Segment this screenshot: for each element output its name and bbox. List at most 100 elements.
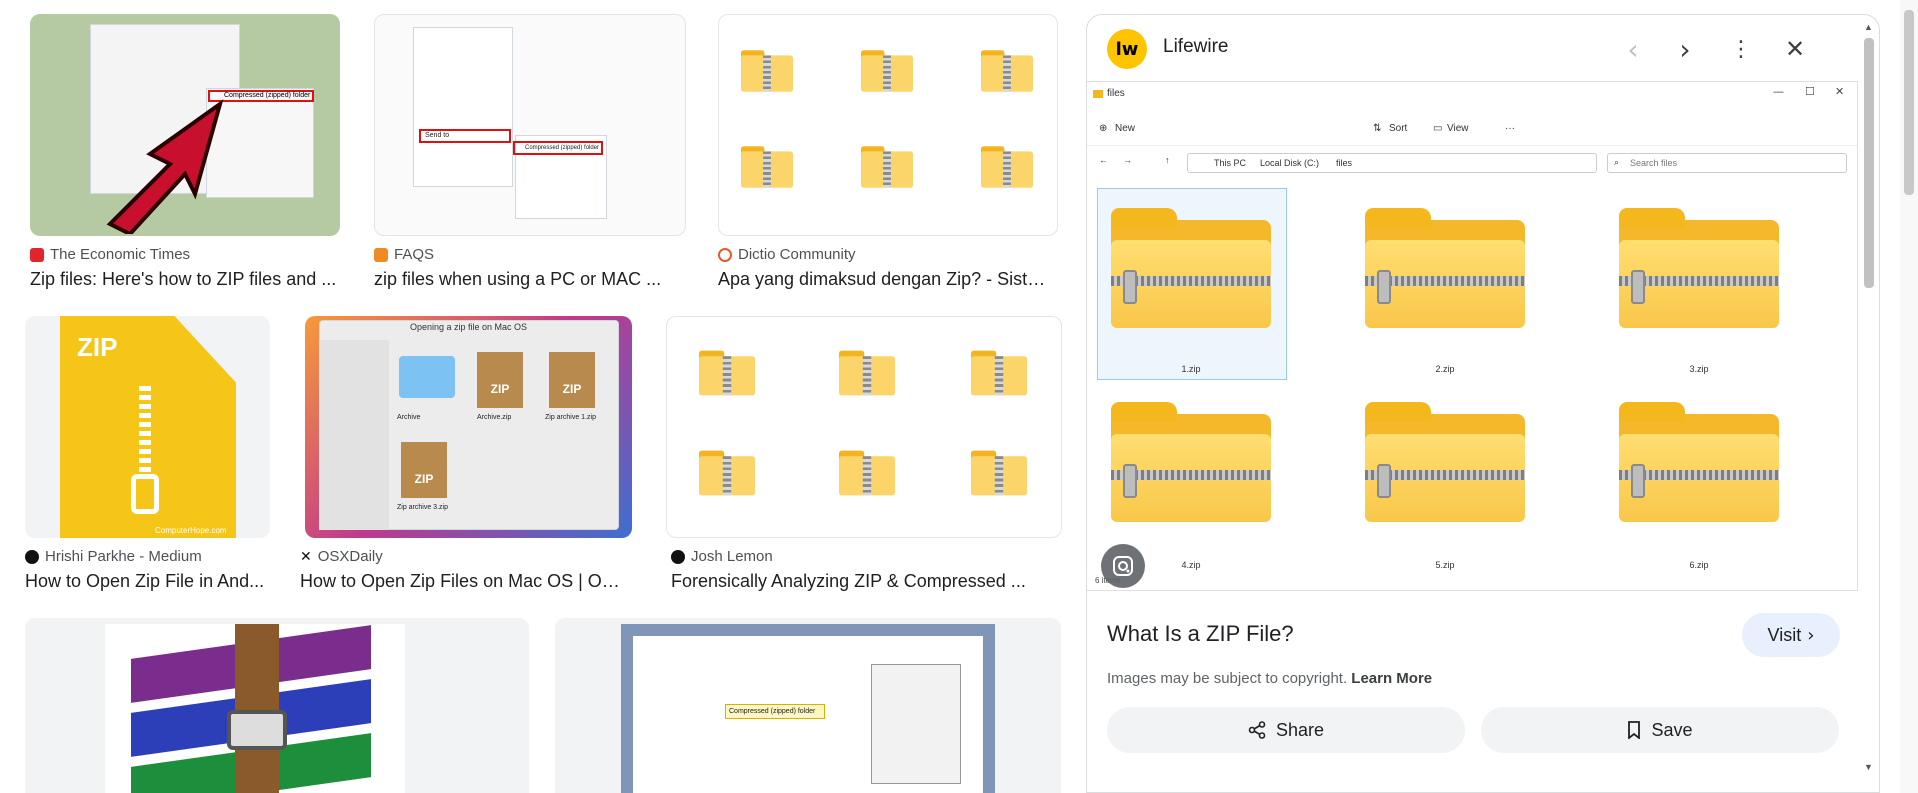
result-source[interactable]: The Economic Times: [30, 246, 190, 263]
bookmark-icon: [1628, 721, 1641, 739]
search-icon: ⌕: [1614, 157, 1620, 167]
source-name: Josh Lemon: [691, 548, 773, 565]
send-to-highlight: Send to: [419, 129, 511, 143]
window-title-text: files: [1107, 88, 1125, 99]
search-placeholder: Search files: [1630, 158, 1678, 168]
zip-badge: ZIP: [77, 332, 118, 362]
learn-more-link[interactable]: Learn More: [1351, 670, 1432, 687]
more-options-icon[interactable]: ⋮: [1723, 31, 1759, 67]
view-button: View: [1447, 123, 1469, 134]
winrar-books-icon: [105, 624, 405, 793]
share-icon: [1248, 721, 1266, 739]
favicon-icon: [718, 247, 732, 262]
file-name: 6.zip: [1689, 560, 1709, 570]
file-label: Archive: [397, 414, 421, 421]
folder-icon: [1093, 89, 1103, 98]
new-icon: ⊕: [1099, 123, 1108, 134]
copyright-notice: Images may be subject to copyright. Lear…: [1107, 670, 1432, 687]
lens-icon: [1113, 556, 1133, 576]
page: Compressed (zipped) folder The Economic …: [0, 0, 1918, 793]
zip-folder-icon: [1111, 208, 1271, 328]
result-source[interactable]: FAQS: [374, 246, 434, 263]
next-icon[interactable]: ›: [1667, 31, 1703, 67]
window-title: Opening a zip file on Mac OS: [409, 322, 528, 332]
close-icon[interactable]: ✕: [1777, 31, 1813, 67]
preview-image[interactable]: files — ☐ ✕ ⊕ New ⇅ Sort ▭ View ··· ← → …: [1087, 81, 1858, 591]
share-button[interactable]: Share: [1107, 707, 1465, 753]
previous-icon[interactable]: ‹: [1615, 31, 1651, 67]
page-scrollbar-thumb[interactable]: [1904, 10, 1914, 195]
panel-scrollbar[interactable]: [1864, 38, 1874, 288]
file-name: 3.zip: [1689, 364, 1709, 374]
result-source[interactable]: ✕ OSXDaily: [300, 548, 383, 565]
result-title[interactable]: How to Open Zip Files on Mac OS | OSX...: [300, 571, 630, 592]
share-label: Share: [1275, 719, 1325, 740]
maximize-icon: ☐: [1805, 85, 1815, 98]
zip-archive-icon: ZIP: [401, 442, 447, 498]
save-button[interactable]: Save: [1481, 707, 1839, 753]
more-icon: ···: [1505, 123, 1515, 134]
zip-archive-icon: ZIP: [549, 352, 595, 408]
zip-archive-icon: ZIP: [477, 352, 523, 408]
google-lens-button[interactable]: [1101, 544, 1145, 588]
search-files-box: ⌕ Search files: [1607, 153, 1847, 173]
minimize-icon: —: [1773, 85, 1784, 98]
visit-button[interactable]: Visit ›: [1742, 613, 1840, 657]
window-title: files: [1093, 88, 1125, 99]
up-icon: ↑: [1165, 155, 1170, 165]
result-thumbnail[interactable]: [25, 618, 529, 793]
result-thumbnail[interactable]: ZIP ComputerHope.com: [25, 316, 270, 538]
result-thumbnail[interactable]: Opening a zip file on Mac OS ZIP ZIP ZIP…: [305, 316, 632, 538]
breadcrumb-item: This PC: [1214, 158, 1247, 168]
x-logo-icon: ✕: [300, 548, 312, 565]
zip-folder-icon: [1111, 402, 1271, 522]
compressed-folder-label: Compressed (zipped) folder: [725, 704, 825, 719]
back-icon: ←: [1099, 155, 1108, 165]
sort-button: Sort: [1389, 123, 1408, 134]
result-thumbnail[interactable]: Compressed (zipped) folder: [30, 14, 340, 236]
window-close-icon: ✕: [1835, 85, 1845, 98]
file-name: 5.zip: [1435, 560, 1455, 570]
zipper-icon: [139, 386, 151, 476]
scroll-down-icon[interactable]: ▼: [1864, 762, 1873, 772]
favicon-icon: [25, 549, 39, 564]
result-thumbnail[interactable]: [666, 316, 1062, 538]
red-arrow-icon: [106, 99, 224, 234]
zip-folder-icon: [1619, 402, 1779, 522]
watermark: ComputerHope.com: [155, 526, 227, 535]
favicon-icon: [671, 549, 685, 564]
result-title[interactable]: Zip files: Here's how to ZIP files and .…: [30, 269, 340, 290]
source-name: Hrishi Parkhe - Medium: [45, 548, 202, 565]
result-source[interactable]: Hrishi Parkhe - Medium: [25, 548, 202, 565]
result-thumbnail[interactable]: Compressed (zipped) folder: [555, 618, 1061, 793]
image-title[interactable]: What Is a ZIP File?: [1107, 621, 1294, 647]
view-icon: ▭: [1433, 123, 1443, 134]
source-name: FAQS: [394, 246, 435, 263]
result-title[interactable]: zip files when using a PC or MAC ...: [374, 269, 686, 290]
favicon-icon: [30, 247, 44, 262]
source-name: The Economic Times: [50, 246, 191, 263]
file-label: Zip archive 1.zip: [545, 414, 596, 421]
explorer-address-bar: ← → ↑ This PC Local Disk (C:) files ⌕ Se…: [1087, 148, 1857, 178]
save-label: Save: [1651, 719, 1693, 740]
sort-icon: ⇅: [1373, 123, 1382, 134]
result-thumbnail[interactable]: Send to Compressed (zipped) folder: [374, 14, 686, 236]
result-title[interactable]: Forensically Analyzing ZIP & Compressed …: [671, 571, 1061, 592]
zip-folder-icon: [1365, 208, 1525, 328]
breadcrumb-item: files: [1336, 158, 1353, 168]
file-name: 1.zip: [1181, 364, 1201, 374]
forward-icon: →: [1123, 155, 1132, 165]
site-logo[interactable]: lw: [1107, 29, 1147, 69]
site-name[interactable]: Lifewire: [1163, 36, 1228, 58]
compressed-highlight: Compressed (zipped) folder: [513, 141, 603, 155]
page-scrollbar[interactable]: [1900, 0, 1918, 793]
result-title[interactable]: How to Open Zip File in And...: [25, 571, 270, 592]
image-preview-panel: lw Lifewire ‹ › ⋮ ✕ files — ☐ ✕ ⊕ New ⇅ …: [1086, 14, 1880, 793]
result-thumbnail[interactable]: [718, 14, 1058, 236]
result-source[interactable]: Josh Lemon: [671, 548, 773, 565]
result-source[interactable]: Dictio Community: [718, 246, 856, 263]
panel-header: lw Lifewire ‹ › ⋮ ✕: [1087, 15, 1879, 81]
scroll-up-icon[interactable]: ▲: [1864, 22, 1873, 32]
source-name: Dictio Community: [738, 246, 856, 263]
result-title[interactable]: Apa yang dimaksud dengan Zip? - Siste...: [718, 269, 1048, 290]
